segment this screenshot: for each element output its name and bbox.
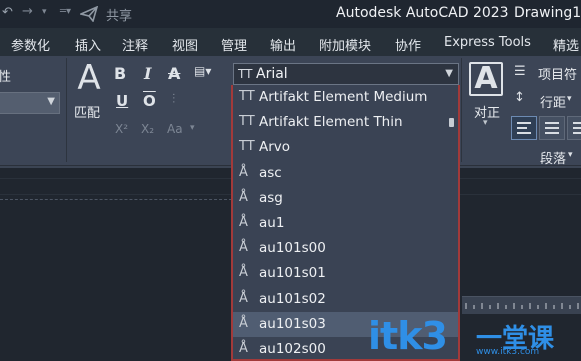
truetype-font-icon: TT [238,67,253,81]
chevron-down-icon[interactable]: ▾ [483,118,488,128]
match-properties-button[interactable]: A [72,60,106,100]
font-name: asc [259,164,282,181]
font-list-item[interactable]: Åau101s02 [233,287,458,312]
font-name: Arvo [259,139,291,156]
ribbon-tab-bar: 参数化 插入 注释 视图 管理 输出 附加模块 协作 Express Tools… [0,28,581,56]
chevron-down-icon: ▼ [47,96,55,107]
bullets-label[interactable]: 项目符 [538,64,577,83]
redo-dropdown-icon[interactable]: ▾ [42,7,47,17]
underline-button[interactable]: U [116,92,128,110]
shx-font-icon: Å [239,340,248,356]
tab-insert[interactable]: 插入 [75,35,101,54]
font-list-item[interactable]: TT Artifakt Element Medium [233,85,458,110]
tab-parametric[interactable]: 参数化 [11,35,50,54]
app-title: Autodesk AutoCAD 2023 [336,5,509,21]
font-list-item[interactable]: TT Artifakt Element Thin [233,110,458,135]
shx-font-icon: Å [239,290,248,306]
font-name: Artifakt Element Thin [259,114,403,131]
shx-font-icon: Å [239,315,248,331]
line-spacing-label[interactable]: 行距 [540,92,566,111]
shx-font-icon: Å [239,189,248,205]
tab-view[interactable]: 视图 [172,35,198,54]
shx-font-icon: Å [239,265,248,281]
chevron-down-icon: ▼ [445,68,453,79]
tab-collaborate[interactable]: 协作 [395,35,421,54]
bold-button[interactable]: B [114,64,126,83]
font-select[interactable]: TT Arial ▼ [233,63,459,85]
shx-font-icon: Å [239,164,248,180]
overline-button[interactable]: O [143,92,156,110]
tab-output[interactable]: 输出 [270,35,296,54]
align-left-button[interactable] [511,116,537,140]
text-color-button[interactable]: ▤▾ [194,64,211,78]
chevron-down-icon[interactable]: ▾ [568,150,573,160]
chevron-down-icon[interactable]: ▾ [190,123,195,133]
text-ruler[interactable] [462,296,581,314]
watermark-brand: itk3 [368,314,448,358]
match-text-icon: A [77,58,101,98]
font-name: au101s02 [259,290,326,307]
font-name: Artifakt Element Medium [259,89,428,105]
watermark-logo: itk3 一堂课 www.itk3.com [368,314,581,361]
change-case-button[interactable]: Aa [167,122,183,136]
tab-featured[interactable]: 精选 [553,35,579,54]
clear-format-icon[interactable]: ⫶ [172,92,175,107]
align-right-button[interactable] [567,116,581,140]
quick-access-dropdown-icon[interactable]: ═▾ [60,6,71,17]
tab-express-tools[interactable]: Express Tools [444,35,531,50]
font-name: au101s01 [259,265,326,282]
line-spacing-icon[interactable]: ↕ [514,90,525,105]
ruler-ticks-icon [465,303,579,309]
redo-icon[interactable]: → [22,4,33,19]
share-button[interactable]: 共享 [80,4,140,24]
font-select-value: Arial [256,66,288,82]
font-name: au1 [259,214,285,231]
document-title: Drawing1. [514,5,581,21]
bullets-icon[interactable]: ☰ [514,64,526,79]
match-label: 匹配 [74,106,101,121]
scrollbar-thumb[interactable] [449,118,454,127]
font-list-item[interactable]: Åau101s00 [233,236,458,261]
strikethrough-button[interactable]: A [168,64,180,83]
font-list-item[interactable]: Åau101s01 [233,261,458,286]
subscript-button[interactable]: X₂ [141,122,154,136]
justification-icon[interactable]: A [469,62,503,96]
title-bar: ↶ → ▾ ═▾ 共享 Autodesk AutoCAD 2023 Drawin… [0,0,581,28]
font-name: au101s03 [259,315,326,332]
tab-manage[interactable]: 管理 [221,35,247,54]
panel-divider [66,58,67,162]
truetype-font-icon: TT [239,89,255,104]
tab-addins[interactable]: 附加模块 [319,35,371,54]
paragraph-panel-label: 段落 [540,152,567,167]
share-icon [80,6,98,22]
shx-font-icon: Å [239,240,248,256]
font-name: au102s00 [259,340,326,357]
properties-label: 性 [0,70,12,85]
truetype-font-icon: TT [239,114,255,130]
share-label: 共享 [106,9,133,24]
superscript-button[interactable]: X² [115,122,128,136]
properties-combo[interactable]: ▼ [0,92,60,114]
chevron-down-icon[interactable]: ▾ [567,94,572,104]
undo-icon[interactable]: ↶ [2,5,16,21]
italic-button[interactable]: I [144,64,151,83]
shx-font-icon: Å [239,214,248,230]
font-name: au101s00 [259,240,326,257]
font-list-item[interactable]: Åasg [233,186,458,211]
font-list-item[interactable]: Åau1 [233,211,458,236]
font-name: asg [259,189,283,206]
align-center-button[interactable] [539,116,565,140]
panel-divider [461,58,462,162]
font-list-item[interactable]: Åasc [233,161,458,186]
tab-annotate[interactable]: 注释 [122,35,148,54]
font-list-item[interactable]: TT Arvo [233,135,458,160]
watermark-url: www.itk3.com [476,347,540,357]
truetype-font-icon: TT [239,139,255,155]
dashed-guide-line [0,199,232,200]
